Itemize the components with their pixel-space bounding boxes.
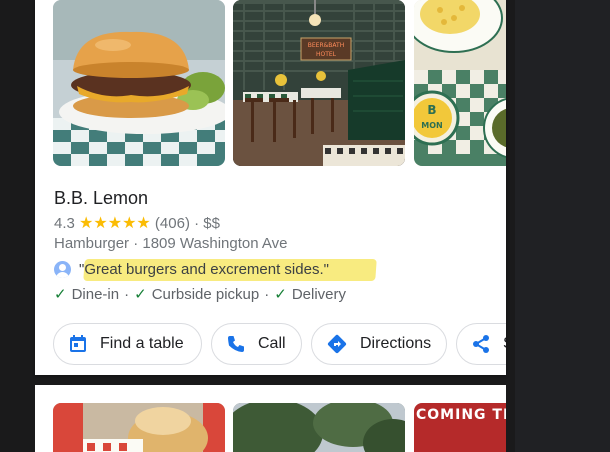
service-options: ✓ Dine-in · ✓ Curbside pickup · ✓ Delive… — [54, 285, 347, 304]
next-sign-text: COMING THE — [416, 407, 506, 423]
interior-sign-text: BEER&BATH — [308, 42, 344, 49]
place-name[interactable]: B.B. Lemon — [54, 188, 148, 209]
check-icon: ✓ — [54, 286, 67, 303]
star-rating-icon: ★★★★★ — [79, 215, 151, 232]
phone-icon — [226, 334, 246, 354]
share-icon — [471, 334, 491, 354]
find-table-button[interactable]: Find a table — [53, 323, 202, 365]
check-icon: ✓ — [274, 286, 287, 303]
service-separator: · — [124, 285, 130, 303]
svg-text:B: B — [427, 103, 436, 117]
service-dine-in: Dine-in — [71, 285, 120, 303]
service-separator: · — [264, 285, 270, 303]
photo-next-exterior[interactable] — [233, 403, 405, 452]
find-table-label: Find a table — [100, 335, 184, 352]
directions-button[interactable]: Directions — [311, 323, 447, 365]
svg-text:MON: MON — [421, 121, 442, 130]
service-curbside: Curbside pickup — [151, 285, 260, 303]
category-address-line: Hamburger · 1809 Washington Ave — [54, 235, 287, 252]
price-level: $$ — [203, 215, 220, 232]
photo-next-food[interactable] — [53, 403, 225, 452]
right-panel — [515, 0, 610, 452]
check-icon: ✓ — [134, 286, 147, 303]
directions-icon — [326, 333, 348, 355]
share-label: S — [503, 335, 506, 353]
photo-interior[interactable]: BEER&BATH HOTEL — [233, 0, 405, 166]
svg-text:HOTEL: HOTEL — [316, 51, 337, 58]
photo-next-sign[interactable]: COMING THE — [414, 403, 506, 452]
call-label: Call — [258, 335, 286, 352]
review-snippet: "Great burgers and excrement sides." — [54, 259, 494, 281]
place-category: Hamburger — [54, 235, 130, 252]
review-text: "Great burgers and excrement sides." — [79, 261, 329, 278]
photo-dishes[interactable]: B MON — [414, 0, 506, 166]
call-button[interactable]: Call — [211, 323, 302, 365]
share-button[interactable]: S — [456, 323, 506, 365]
rating-separator: · — [194, 215, 200, 232]
place-address: 1809 Washington Ave — [142, 235, 288, 252]
calendar-icon — [68, 334, 88, 354]
user-avatar-icon — [54, 261, 71, 278]
place-card[interactable]: BEER&BATH HOTEL B MON B.B. Lemon 4.3 ★★★… — [35, 0, 506, 375]
rating-value: 4.3 — [54, 215, 75, 232]
directions-label: Directions — [360, 335, 432, 352]
next-place-card[interactable]: COMING THE — [35, 385, 506, 452]
service-delivery: Delivery — [291, 285, 347, 303]
address-separator: · — [133, 235, 139, 252]
photo-burger[interactable] — [53, 0, 225, 166]
review-count[interactable]: (406) — [155, 215, 190, 232]
rating-line: 4.3 ★★★★★ (406) · $$ — [54, 213, 220, 233]
